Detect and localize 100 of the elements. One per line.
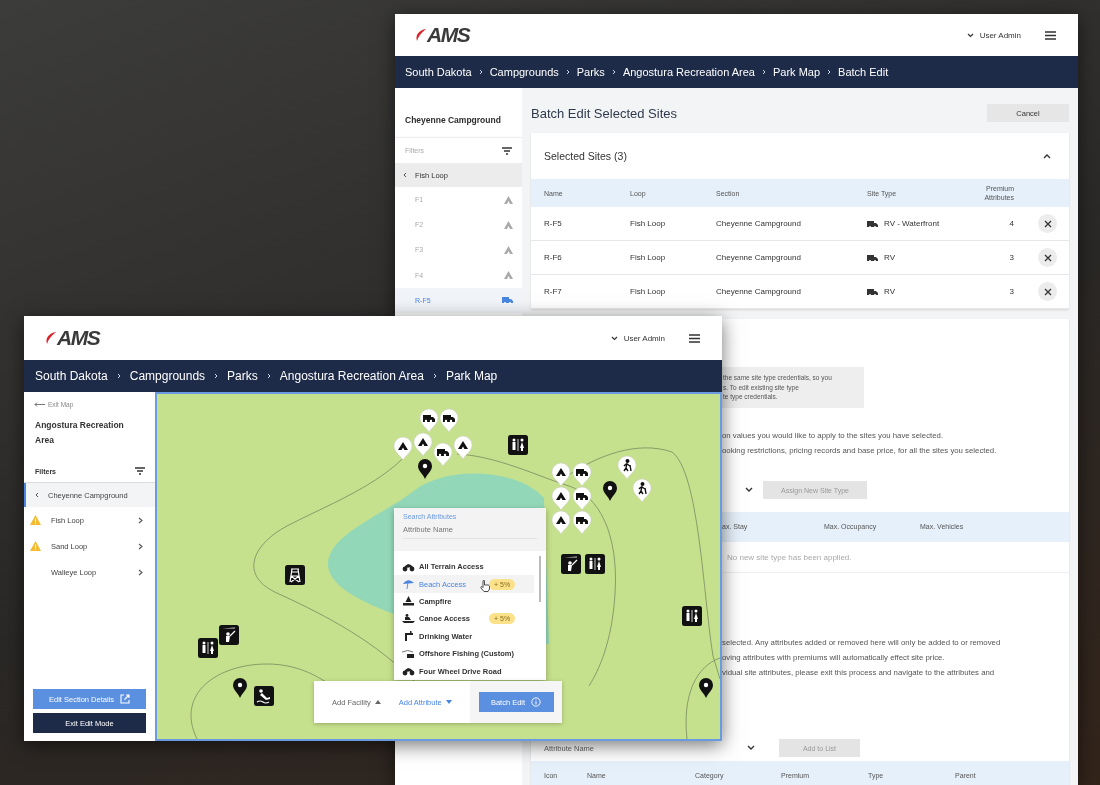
chevron-right-icon — [478, 69, 483, 75]
chevron-right-icon — [432, 373, 437, 379]
sidebar-title: Angostura Recreation Area — [34, 419, 125, 447]
dropdown-chevron-icon[interactable] — [747, 745, 755, 751]
menu-icon[interactable] — [1045, 30, 1056, 40]
app-logo: AMS — [415, 23, 470, 47]
chevron-left-icon — [403, 172, 407, 178]
user-menu[interactable]: User Admin — [979, 30, 1021, 40]
restroom-icon[interactable] — [198, 638, 218, 658]
table-cell-text: 3 — [1008, 253, 1014, 262]
table-cell-text: Fish Loop — [630, 219, 667, 228]
breadcrumb-link[interactable]: South Dakota — [35, 369, 108, 383]
breadcrumb-link[interactable]: Campgrounds — [129, 369, 206, 383]
camper-marker-icon[interactable] — [419, 408, 439, 433]
dropdown-chevron-icon[interactable] — [745, 487, 753, 493]
chevron-right-icon — [116, 373, 121, 379]
breadcrumb-link[interactable]: Parks — [227, 369, 258, 383]
umbrella-icon — [402, 579, 415, 590]
page-title: Batch Edit Selected Sites — [531, 105, 677, 121]
table-cell-text: Cheyenne Campground — [716, 253, 802, 262]
chevron-right-icon — [827, 69, 832, 75]
remove-button[interactable] — [1038, 282, 1057, 301]
chevron-right-icon — [565, 69, 570, 75]
breadcrumb-link[interactable]: Angostura Recreation Area — [279, 369, 424, 383]
app-logo: AMS — [45, 326, 100, 350]
filter-icon[interactable] — [135, 467, 145, 475]
camper-marker-icon[interactable] — [572, 462, 592, 487]
vehicle-icon — [402, 666, 415, 677]
hiker-marker-icon[interactable] — [632, 478, 652, 503]
tent-marker-icon[interactable] — [453, 435, 473, 460]
user-menu[interactable]: User Admin — [623, 333, 665, 343]
chevron-right-icon — [266, 373, 271, 379]
breadcrumb-link[interactable]: Angostura Recreation Area — [622, 66, 755, 78]
chevron-icon[interactable] — [1043, 153, 1051, 159]
info-icon — [531, 697, 542, 707]
camper-marker-icon[interactable] — [439, 408, 459, 433]
table-cell: RV - Waterfront — [884, 219, 940, 228]
campfire-icon — [402, 596, 415, 607]
hiker-marker-icon[interactable] — [617, 455, 637, 480]
section-title: Selected Sites (3) — [544, 150, 627, 162]
restroom-icon[interactable] — [585, 554, 605, 574]
breadcrumb-link[interactable]: Park Map — [772, 66, 821, 78]
tent-marker-icon[interactable] — [413, 432, 433, 457]
location-pin-icon[interactable] — [603, 481, 617, 501]
close-icon — [1043, 219, 1052, 228]
sidebar-title: Cheyenne Campground — [404, 114, 502, 127]
camper-marker-icon[interactable] — [572, 486, 592, 511]
tent-icon — [504, 271, 513, 280]
camper-marker-icon[interactable] — [572, 510, 592, 535]
chevron-down-icon[interactable] — [966, 32, 974, 38]
tent-marker-icon[interactable] — [551, 510, 571, 535]
external-link-icon — [120, 694, 130, 704]
breadcrumb-link[interactable]: Campgrounds — [489, 66, 559, 78]
camper-icon — [867, 287, 878, 296]
tent-icon — [504, 245, 513, 254]
chevron-right-icon — [138, 542, 143, 550]
tent-icon — [504, 220, 513, 229]
table-cell-text: R-F6 — [544, 253, 563, 262]
table-cell-text: 4 — [1008, 219, 1014, 228]
camper-icon — [867, 253, 878, 262]
table-cell-text: Fish Loop — [630, 287, 667, 296]
chevron-left-icon — [35, 492, 39, 498]
swimmer-icon[interactable] — [254, 686, 274, 706]
tent-icon — [504, 195, 513, 204]
restroom-icon[interactable] — [508, 435, 528, 455]
menu-icon[interactable] — [689, 333, 700, 343]
camper-marker-icon[interactable] — [433, 442, 453, 467]
breadcrumb-link[interactable]: Parks — [576, 66, 605, 78]
table-cell-text: R-F5 — [544, 219, 563, 228]
tent-marker-icon[interactable] — [393, 436, 413, 461]
camper-icon — [867, 219, 878, 228]
location-pin-icon[interactable] — [418, 459, 432, 479]
chevron-down-icon[interactable] — [610, 335, 618, 341]
location-pin-icon[interactable] — [699, 678, 713, 698]
breadcrumb-link[interactable]: Park Map — [445, 369, 498, 383]
tent-marker-icon[interactable] — [551, 462, 571, 487]
camper-icon — [502, 296, 513, 305]
caret-icon — [445, 700, 452, 704]
table-cell-text: Fish Loop — [630, 253, 667, 262]
filter-icon[interactable] — [502, 146, 512, 155]
breadcrumb-link[interactable]: South Dakota — [405, 66, 472, 78]
table-cell: RV — [884, 287, 895, 296]
empty-message: No new site type has been applied. — [727, 552, 852, 562]
tower-icon[interactable] — [285, 565, 305, 585]
table-cell-text: Cheyenne Campground — [716, 219, 802, 228]
scrollbar[interactable] — [539, 556, 541, 602]
remove-button[interactable] — [1038, 214, 1057, 233]
remove-button[interactable] — [1038, 248, 1057, 267]
chevron-right-icon — [138, 516, 143, 524]
breadcrumb-link[interactable]: Batch Edit — [838, 66, 889, 78]
caret-icon — [374, 700, 381, 704]
restroom-icon[interactable] — [682, 606, 702, 626]
location-pin-icon[interactable] — [233, 678, 247, 698]
table-cell-text: 3 — [1008, 287, 1014, 296]
chevron-right-icon — [214, 373, 219, 379]
vehicle-icon — [402, 561, 415, 572]
table-cell-text: R-F7 — [544, 287, 563, 296]
tent-marker-icon[interactable] — [551, 486, 571, 511]
chevron-right-icon — [138, 568, 143, 576]
close-icon — [1043, 253, 1052, 262]
